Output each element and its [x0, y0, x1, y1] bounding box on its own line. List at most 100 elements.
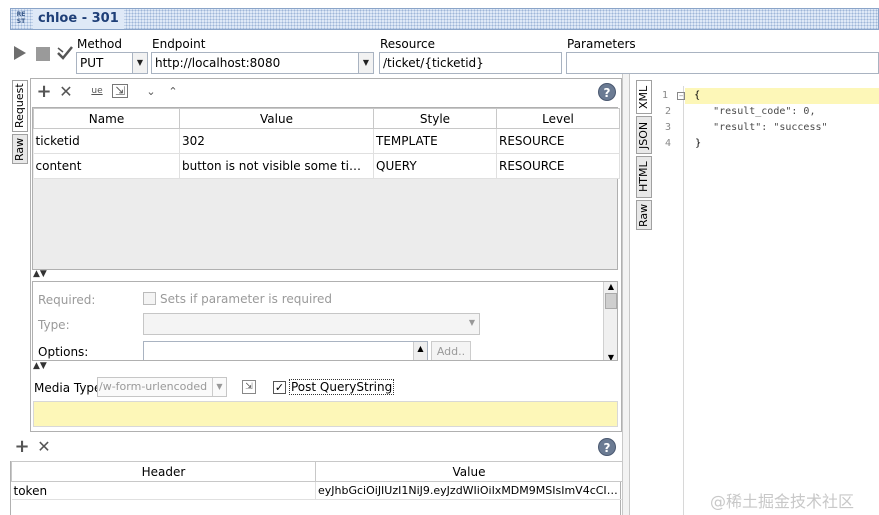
required-checkbox[interactable]: [143, 292, 156, 305]
resource-label: Resource: [380, 37, 436, 51]
spinner-up-icon[interactable]: ▲: [413, 342, 427, 360]
code-line: 3 "result": "success": [665, 120, 879, 136]
required-checkbox-label: Sets if parameter is required: [160, 292, 332, 306]
options-input[interactable]: ▲: [143, 341, 428, 360]
table-row[interactable]: ticketid 302 TEMPLATE RESOURCE: [33, 128, 620, 154]
line-number: 2: [665, 106, 672, 117]
type-select[interactable]: ▼: [143, 313, 480, 335]
column-header-name[interactable]: Name: [33, 108, 180, 129]
column-header-level[interactable]: Level: [496, 108, 620, 129]
media-type-label: Media Type: [34, 381, 102, 395]
scroll-down-icon[interactable]: ▼: [604, 353, 617, 360]
parameters-input[interactable]: [566, 52, 879, 74]
param-details-panel: Required: Sets if parameter is required …: [32, 281, 618, 361]
param-style[interactable]: QUERY: [373, 153, 497, 179]
code-line: 1 − {: [662, 88, 879, 104]
table-row[interactable]: token eyJhbGciOiJIUzI1NiJ9.eyJzdWIiOiIxM…: [11, 481, 623, 500]
chevron-down-icon: ▼: [468, 318, 475, 327]
window-title: chloe - 301: [33, 9, 124, 29]
chevron-down-icon[interactable]: ▼: [358, 53, 373, 73]
window-title-bar: RE ST chloe - 301: [10, 8, 879, 30]
fold-icon[interactable]: −: [677, 92, 686, 100]
tab-html[interactable]: HTML: [636, 156, 652, 198]
method-value: PUT: [80, 56, 104, 70]
method-label: Method: [77, 37, 123, 51]
url-encode-icon[interactable]: ue: [88, 83, 106, 99]
line-number: 4: [665, 138, 672, 149]
tab-response-raw[interactable]: Raw: [636, 200, 652, 230]
column-header-value[interactable]: Value: [179, 108, 374, 129]
rest-project-icon: RE ST: [16, 11, 26, 25]
required-label: Required:: [38, 293, 96, 307]
param-value[interactable]: button is not visible some times a...: [179, 153, 374, 179]
params-table: Name Value Style Level ticketid 302 TEMP…: [33, 108, 620, 179]
play-icon: [14, 46, 26, 60]
resource-input[interactable]: /ticket/{ticketid}: [379, 52, 562, 74]
media-type-select[interactable]: /w-form-urlencoded ▼: [97, 377, 227, 397]
extract-params-icon[interactable]: ⇲: [112, 84, 128, 98]
table-row[interactable]: content button is not visible some times…: [33, 153, 620, 179]
post-querystring-checkbox[interactable]: ✓: [273, 381, 286, 394]
params-table-container: Name Value Style Level ticketid 302 TEMP…: [32, 107, 620, 270]
param-value[interactable]: 302: [179, 128, 374, 154]
column-header-style[interactable]: Style: [373, 108, 497, 129]
checkmark-button[interactable]: [56, 44, 74, 62]
param-name[interactable]: ticketid: [33, 128, 180, 154]
run-button[interactable]: [12, 44, 28, 62]
panel-splitter[interactable]: [622, 74, 630, 515]
header-value[interactable]: eyJhbGciOiJIUzI1NiJ9.eyJzdWIiOiIxMDM9MSI…: [315, 481, 623, 500]
method-select[interactable]: PUT ▼: [76, 52, 148, 74]
code-text: "result_code": 0,: [695, 106, 816, 117]
media-type-value: /w-form-urlencoded: [99, 380, 208, 393]
endpoint-value: http://localhost:8080: [155, 56, 281, 70]
param-name[interactable]: content: [33, 153, 180, 179]
help-icon[interactable]: ?: [598, 83, 616, 101]
tab-json[interactable]: JSON: [636, 116, 652, 154]
parameters-label: Parameters: [567, 37, 636, 51]
splitter-handle[interactable]: ▲▼: [33, 362, 47, 371]
move-up-icon[interactable]: ⌃: [166, 84, 180, 100]
move-down-icon[interactable]: ⌄: [144, 84, 158, 100]
endpoint-label: Endpoint: [152, 37, 206, 51]
delete-header-icon[interactable]: ✕: [36, 439, 52, 455]
help-icon[interactable]: ?: [598, 438, 616, 456]
chevron-down-icon[interactable]: ▼: [132, 53, 147, 73]
splitter-handle[interactable]: ▲▼: [33, 270, 47, 279]
scroll-thumb[interactable]: [605, 293, 617, 309]
code-text: {: [694, 90, 701, 101]
headers-table-container: Header Value token eyJhbGciOiJIUzI1NiJ9.…: [10, 461, 623, 515]
code-line: 4 }: [665, 136, 879, 152]
tab-request[interactable]: Request: [12, 80, 28, 132]
headers-table: Header Value token eyJhbGciOiJIUzI1NiJ9.…: [11, 461, 623, 500]
request-body-editor[interactable]: [33, 401, 618, 427]
check-icon: [57, 46, 73, 60]
param-style[interactable]: TEMPLATE: [373, 128, 497, 154]
line-number: 3: [665, 122, 672, 133]
details-scrollbar[interactable]: ▲ ▼: [603, 282, 617, 360]
chevron-down-icon: ▼: [212, 378, 226, 396]
add-param-icon[interactable]: +: [36, 83, 52, 101]
add-header-icon[interactable]: +: [14, 438, 30, 456]
code-text: }: [695, 138, 702, 149]
param-level[interactable]: RESOURCE: [496, 153, 620, 179]
headers-header-row: Header Value: [11, 461, 623, 482]
endpoint-combobox[interactable]: http://localhost:8080 ▼: [151, 52, 374, 74]
tab-xml[interactable]: XML: [636, 80, 652, 114]
stop-button[interactable]: [36, 47, 50, 61]
response-editor[interactable]: 1 − { 2 "result_code": 0, 3 "result": "s…: [654, 86, 879, 515]
tab-request-raw[interactable]: Raw: [12, 134, 28, 164]
params-header-row: Name Value Style Level: [33, 108, 620, 129]
column-header-value[interactable]: Value: [315, 461, 623, 482]
type-label: Type:: [38, 318, 70, 332]
delete-param-icon[interactable]: ✕: [58, 84, 74, 100]
line-number: 1: [662, 90, 669, 101]
post-querystring-label[interactable]: Post QueryString: [289, 379, 395, 395]
header-name[interactable]: token: [11, 481, 316, 500]
column-header-header[interactable]: Header: [11, 461, 316, 482]
options-label: Options:: [38, 345, 89, 359]
param-level[interactable]: RESOURCE: [496, 128, 620, 154]
media-type-settings-icon[interactable]: ⇲: [242, 380, 256, 394]
code-text: "result": "success": [695, 122, 828, 133]
add-option-button[interactable]: Add..: [431, 341, 471, 360]
scroll-up-icon[interactable]: ▲: [604, 282, 617, 291]
